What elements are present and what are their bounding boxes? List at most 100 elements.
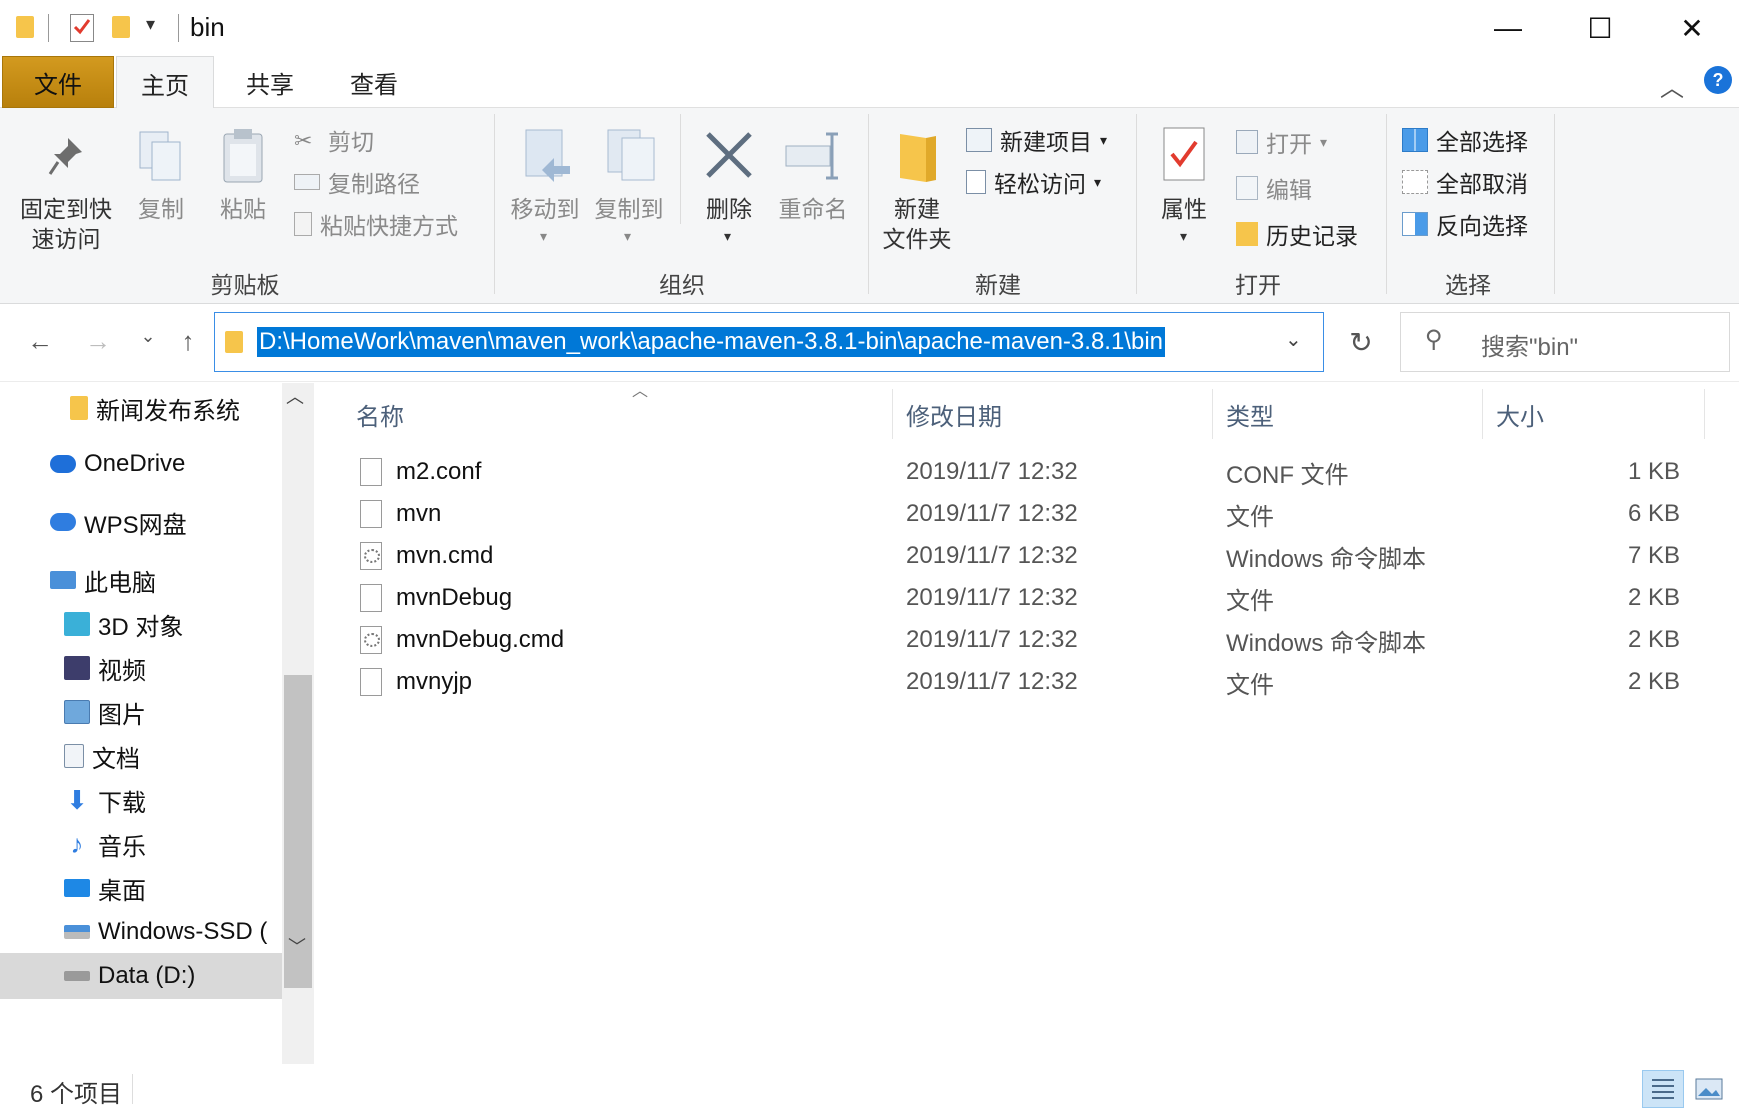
nav-item-label: WPS网盘 bbox=[84, 511, 187, 539]
open-button[interactable]: 打开 ▾ bbox=[1236, 124, 1327, 160]
file-icon bbox=[360, 584, 382, 612]
pin-to-quick-access-button[interactable]: 固定到快 速访问 bbox=[10, 194, 122, 254]
onedrive-icon bbox=[50, 455, 76, 473]
select-none-button[interactable]: 全部取消 bbox=[1402, 164, 1528, 200]
rename-button[interactable]: 重命名 bbox=[770, 194, 856, 224]
back-button[interactable]: ← bbox=[20, 326, 60, 357]
divider[interactable] bbox=[892, 389, 893, 439]
nav-item-windows-ssd[interactable]: Windows-SSD ( bbox=[0, 909, 282, 955]
new-folder-button[interactable]: 新建 文件夹 bbox=[870, 194, 964, 254]
nav-item-label: 下载 bbox=[98, 789, 146, 817]
nav-item-pictures[interactable]: 图片 bbox=[0, 689, 282, 735]
nav-item-data-drive[interactable]: Data (D:) bbox=[0, 953, 282, 999]
properties-button[interactable]: 属性 bbox=[1146, 194, 1222, 224]
easy-access-label: 轻松访问 bbox=[994, 171, 1086, 197]
maximize-button[interactable]: ☐ bbox=[1554, 0, 1646, 56]
recent-locations-dropdown[interactable]: ⌄ bbox=[128, 326, 168, 347]
nav-item-this-pc[interactable]: 此电脑 bbox=[0, 557, 282, 603]
file-date: 2019/11/7 12:32 bbox=[906, 500, 1078, 527]
quick-access-dropdown-icon[interactable]: ▾ bbox=[146, 14, 155, 35]
address-history-dropdown[interactable]: ⌄ bbox=[1285, 327, 1302, 352]
tab-file[interactable]: 文件 bbox=[2, 56, 114, 108]
nav-item-music[interactable]: ♪ 音乐 bbox=[0, 821, 282, 867]
nav-item-downloads[interactable]: ⬇ 下载 bbox=[0, 777, 282, 823]
column-header-date[interactable]: 修改日期 bbox=[906, 389, 1206, 439]
file-name: mvn.cmd bbox=[396, 542, 494, 569]
nav-item-news-system[interactable]: 新闻发布系统 bbox=[0, 385, 282, 431]
column-header-size[interactable]: 大小 bbox=[1496, 389, 1696, 439]
new-item-button[interactable]: 新建项目 ▾ bbox=[966, 122, 1107, 158]
column-header-name[interactable]: 名称 bbox=[356, 389, 878, 439]
address-bar[interactable]: D:\HomeWork\maven\maven_work\apache-mave… bbox=[214, 312, 1324, 372]
nav-item-label: Data (D:) bbox=[98, 962, 196, 989]
refresh-button[interactable]: ↻ bbox=[1330, 312, 1392, 372]
address-path[interactable]: D:\HomeWork\maven\maven_work\apache-mave… bbox=[257, 327, 1165, 357]
paste-shortcut-button[interactable]: 粘贴快捷方式 bbox=[294, 206, 458, 242]
nav-item-desktop[interactable]: 桌面 bbox=[0, 865, 282, 911]
collapse-ribbon-icon[interactable]: ︿ bbox=[1660, 68, 1684, 103]
file-name-cell: mvn bbox=[360, 493, 441, 535]
copy-button[interactable]: 复制 bbox=[124, 194, 198, 224]
divider[interactable] bbox=[1704, 389, 1705, 439]
invert-selection-button[interactable]: 反向选择 bbox=[1402, 206, 1528, 242]
forward-button[interactable]: → bbox=[78, 326, 118, 357]
table-row[interactable]: m2.conf 2019/11/7 12:32 CONF 文件 1 KB bbox=[314, 451, 1739, 493]
file-type: 文件 bbox=[1226, 587, 1274, 615]
select-none-label: 全部取消 bbox=[1436, 171, 1528, 197]
tab-share[interactable]: 共享 bbox=[222, 56, 318, 108]
table-row[interactable]: mvn 2019/11/7 12:32 文件 6 KB bbox=[314, 493, 1739, 535]
move-to-button[interactable]: 移动到 bbox=[504, 194, 586, 224]
help-icon[interactable]: ? bbox=[1704, 66, 1732, 94]
folder-icon bbox=[70, 396, 88, 420]
tab-view[interactable]: 查看 bbox=[326, 56, 422, 108]
search-box[interactable]: ⚲ 搜索"bin" bbox=[1400, 312, 1730, 372]
nav-item-documents[interactable]: 文档 bbox=[0, 733, 282, 779]
minimize-button[interactable]: — bbox=[1462, 0, 1554, 56]
select-all-button[interactable]: 全部选择 bbox=[1402, 122, 1528, 158]
file-size: 2 KB bbox=[1627, 626, 1680, 653]
history-label: 历史记录 bbox=[1266, 223, 1358, 249]
divider bbox=[178, 14, 179, 42]
clipboard-group-label: 剪贴板 bbox=[210, 272, 280, 298]
nav-item-videos[interactable]: 视频 bbox=[0, 645, 282, 691]
divider[interactable] bbox=[1482, 389, 1483, 439]
scissors-icon: ✂ bbox=[294, 128, 313, 153]
nav-item-label: OneDrive bbox=[84, 450, 186, 477]
large-icons-view-button[interactable] bbox=[1688, 1070, 1730, 1108]
delete-button[interactable]: 删除 bbox=[690, 194, 768, 224]
copy-path-button[interactable]: 复制路径 bbox=[294, 164, 420, 200]
up-button[interactable]: ↑ bbox=[168, 326, 208, 357]
table-row[interactable]: mvnDebug 2019/11/7 12:32 文件 2 KB bbox=[314, 577, 1739, 619]
divider[interactable] bbox=[1212, 389, 1213, 439]
ribbon: 固定到快 速访问 复制 粘贴 ✂ 剪切 复制路径 粘贴快捷方式 剪贴板 移动到 … bbox=[0, 108, 1739, 304]
copy-to-button[interactable]: 复制到 bbox=[588, 194, 670, 224]
details-view-button[interactable] bbox=[1642, 1070, 1684, 1108]
file-name: mvnDebug bbox=[396, 584, 513, 611]
easy-access-button[interactable]: 轻松访问 ▾ bbox=[966, 164, 1101, 200]
table-row[interactable]: mvn.cmd 2019/11/7 12:32 Windows 命令脚本 7 K… bbox=[314, 535, 1739, 577]
scroll-up-icon[interactable]: ︿ bbox=[286, 383, 304, 409]
nav-item-3d-objects[interactable]: 3D 对象 bbox=[0, 601, 282, 647]
search-icon: ⚲ bbox=[1425, 326, 1443, 353]
close-button[interactable]: ✕ bbox=[1646, 0, 1738, 56]
edit-button[interactable]: 编辑 bbox=[1236, 170, 1312, 206]
nav-item-wps[interactable]: WPS网盘 bbox=[0, 499, 282, 545]
scroll-down-icon[interactable]: ﹀ bbox=[288, 933, 306, 959]
divider bbox=[1136, 114, 1137, 294]
drive-icon bbox=[64, 971, 90, 981]
history-button[interactable]: 历史记录 bbox=[1236, 216, 1358, 252]
item-count: 6 个项目 bbox=[30, 1081, 123, 1108]
file-name-cell: m2.conf bbox=[360, 451, 481, 493]
tab-home[interactable]: 主页 bbox=[116, 56, 214, 109]
nav-item-onedrive[interactable]: OneDrive bbox=[0, 441, 282, 487]
cut-button[interactable]: ✂ 剪切 bbox=[294, 122, 374, 158]
file-list: ︿ 名称 修改日期 类型 大小 m2.conf 2019/11/7 12:32 … bbox=[314, 383, 1739, 1064]
table-row[interactable]: mvnyjp 2019/11/7 12:32 文件 2 KB bbox=[314, 661, 1739, 703]
properties-quick-icon[interactable] bbox=[70, 14, 94, 42]
paste-button[interactable]: 粘贴 bbox=[206, 194, 280, 224]
new-folder-quick-icon[interactable] bbox=[112, 16, 130, 38]
properties-icon bbox=[1160, 124, 1208, 184]
easy-access-icon bbox=[966, 170, 986, 194]
column-header-type[interactable]: 类型 bbox=[1226, 389, 1476, 439]
table-row[interactable]: mvnDebug.cmd 2019/11/7 12:32 Windows 命令脚… bbox=[314, 619, 1739, 661]
